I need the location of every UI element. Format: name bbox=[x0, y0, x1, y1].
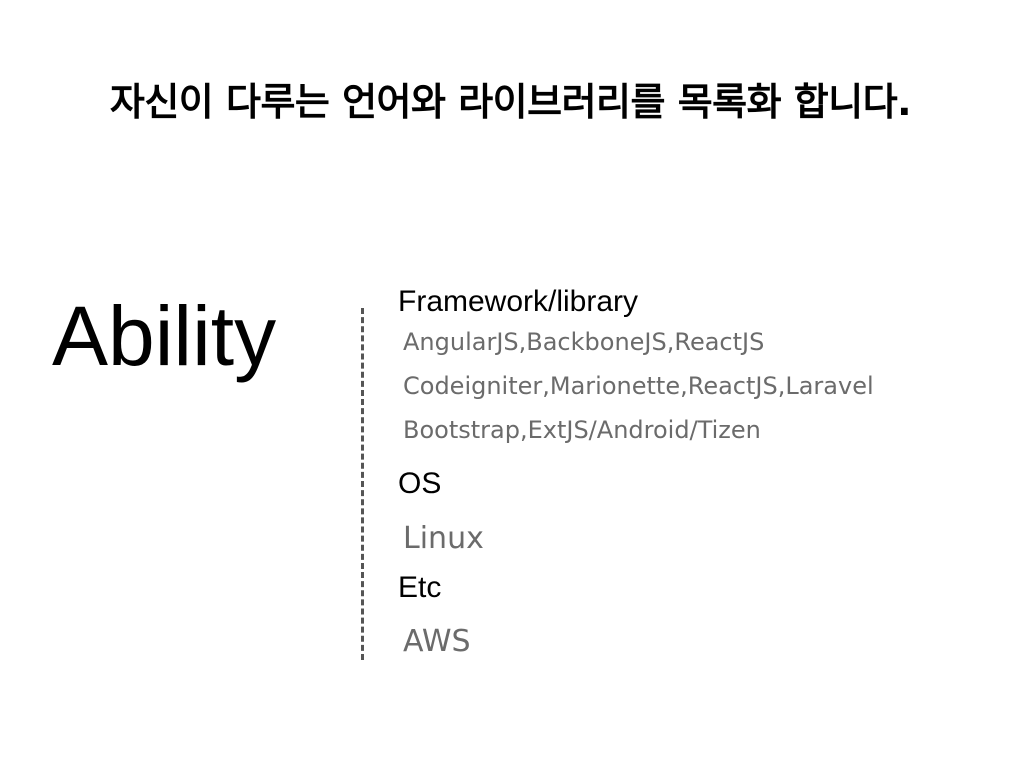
framework-item-1: AngularJS,BackboneJS,ReactJS bbox=[403, 328, 765, 356]
framework-item-3: Bootstrap,ExtJS/Android/Tizen bbox=[403, 416, 761, 444]
dashed-divider bbox=[361, 308, 364, 660]
section-heading-framework: Framework/library bbox=[398, 285, 639, 318]
section-heading-os: OS bbox=[398, 467, 442, 500]
os-item-linux: Linux bbox=[403, 521, 484, 556]
slide-title: 자신이 다루는 언어와 라이브러리를 목록화 합니다. bbox=[109, 80, 912, 124]
framework-item-2: Codeigniter,Marionette,ReactJS,Laravel bbox=[403, 372, 874, 400]
section-heading-etc: Etc bbox=[398, 571, 442, 604]
ability-label: Ability bbox=[52, 289, 277, 383]
etc-item-aws: AWS bbox=[403, 624, 471, 659]
